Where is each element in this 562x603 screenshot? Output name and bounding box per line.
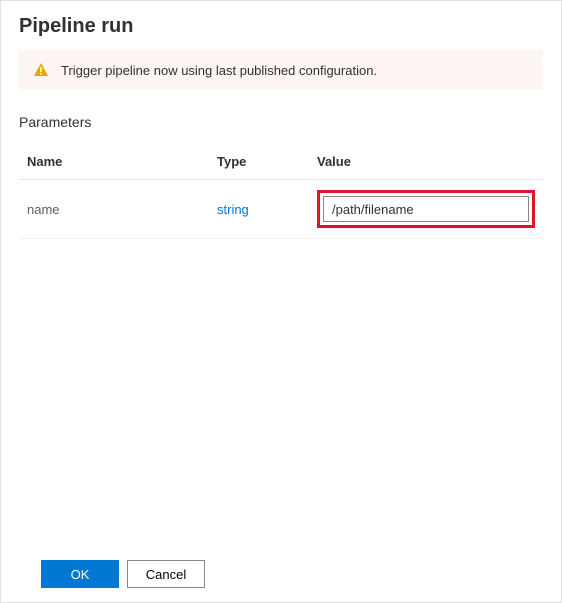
panel-title: Pipeline run xyxy=(1,1,561,50)
parameters-header-row: Name Type Value xyxy=(19,144,543,180)
table-row: name string xyxy=(19,180,543,239)
ok-button[interactable]: OK xyxy=(41,560,119,588)
column-header-type: Type xyxy=(217,154,317,169)
parameters-table: Name Type Value name string xyxy=(19,144,543,239)
param-value-input[interactable] xyxy=(323,196,529,222)
footer-actions: OK Cancel xyxy=(1,548,561,602)
info-message: Trigger pipeline now using last publishe… xyxy=(61,63,377,78)
param-name-cell: name xyxy=(27,202,217,217)
warning-icon xyxy=(33,62,49,78)
param-type-cell: string xyxy=(217,202,317,217)
param-value-cell xyxy=(317,190,535,228)
pipeline-run-panel: Pipeline run Trigger pipeline now using … xyxy=(0,0,562,603)
value-highlight-box xyxy=(317,190,535,228)
parameters-section-label: Parameters xyxy=(1,90,561,138)
column-header-name: Name xyxy=(27,154,217,169)
info-bar: Trigger pipeline now using last publishe… xyxy=(19,50,543,90)
cancel-button[interactable]: Cancel xyxy=(127,560,205,588)
column-header-value: Value xyxy=(317,154,535,169)
